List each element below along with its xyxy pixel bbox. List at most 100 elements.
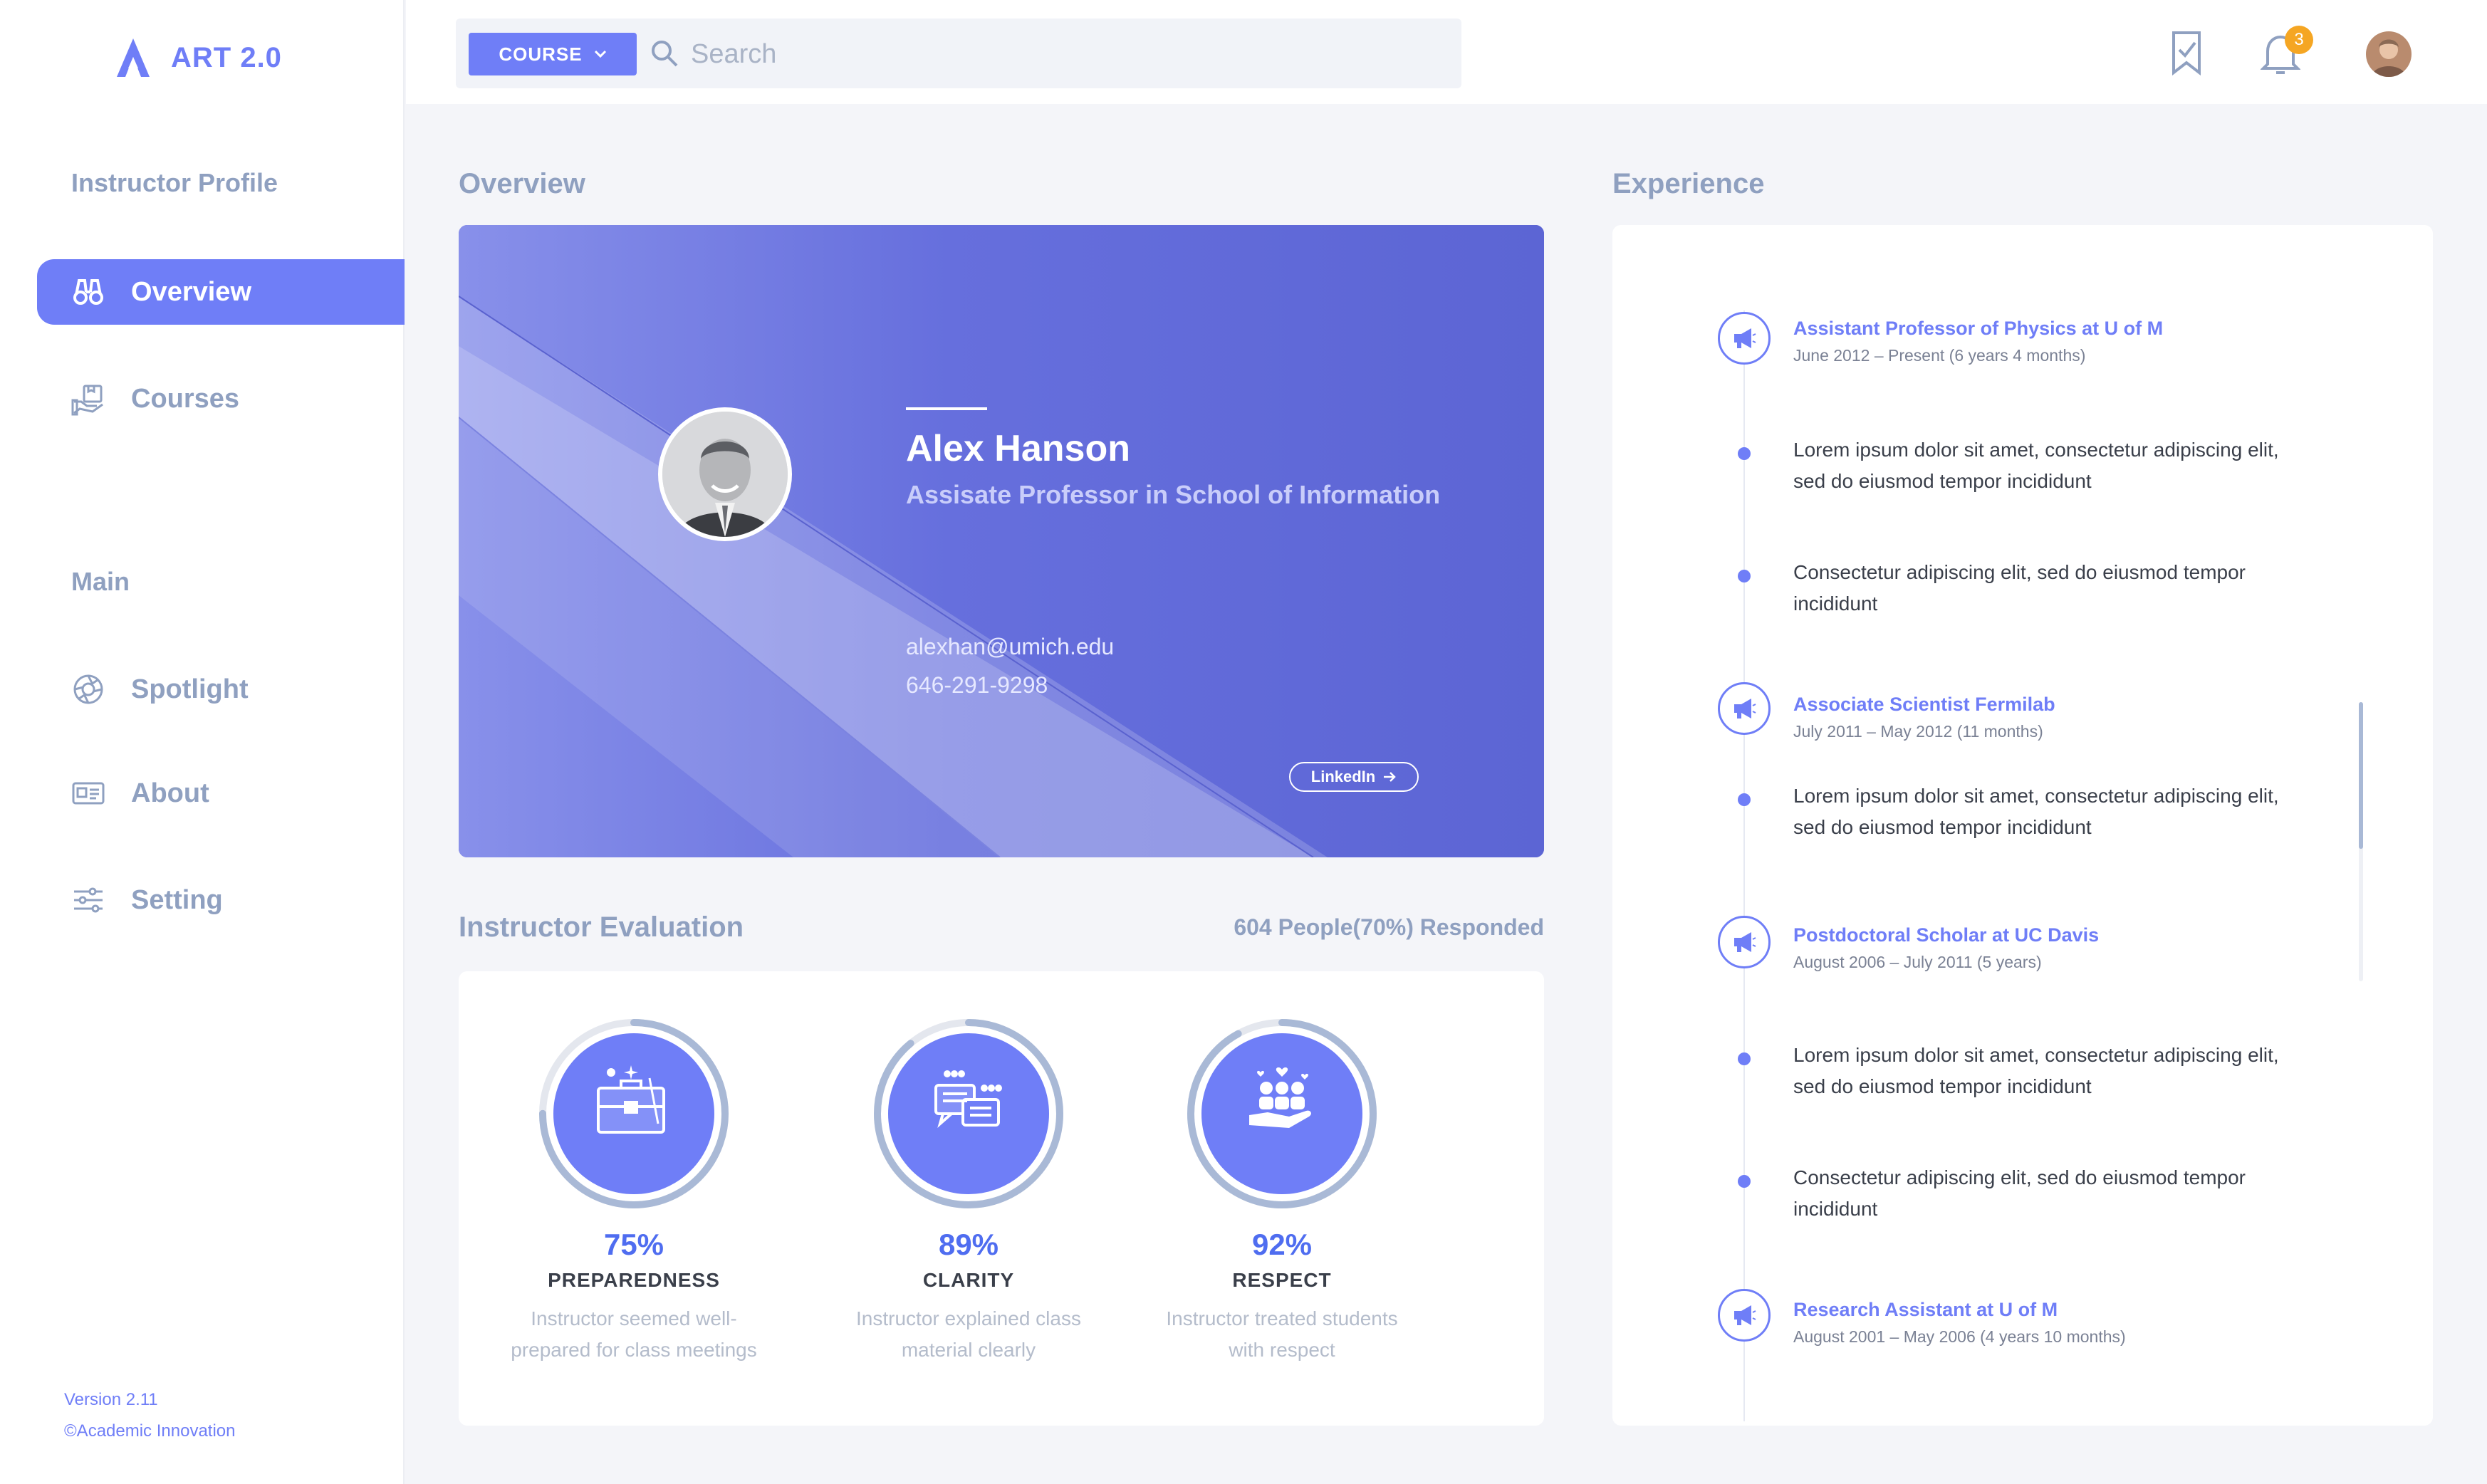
timeline-dot (1738, 447, 1751, 460)
eval-clarity: 89% CLARITY Instructor explained class m… (812, 1014, 1125, 1366)
nav-heading-profile: Instructor Profile (71, 168, 278, 197)
megaphone-icon (1734, 932, 1756, 952)
job-bullet: Consectetur adipiscing elit, sed do eius… (1793, 557, 2335, 620)
timeline-job-icon (1718, 1289, 1771, 1342)
job-title[interactable]: Assistant Professor of Physics at U of M (1793, 318, 2163, 340)
arrow-right-icon (1384, 772, 1396, 782)
eval-desc-line: Instructor explained class (856, 1307, 1081, 1329)
linkedin-button[interactable]: LinkedIn (1289, 762, 1419, 792)
sidebar-item-label: Courses (131, 383, 240, 414)
courses-icon (71, 385, 103, 416)
chevron-down-icon (594, 50, 606, 58)
id-card-icon (72, 782, 105, 805)
search-bar: COURSE (456, 19, 1461, 88)
eval-desc-line: Instructor seemed well- (531, 1307, 737, 1329)
timeline-dot (1738, 1175, 1751, 1188)
bullet-line: sed do eiusmod tempor incididunt (1793, 1075, 2092, 1097)
briefcase-icon (597, 1065, 665, 1134)
job-title[interactable]: Postdoctoral Scholar at UC Davis (1793, 924, 2099, 946)
instructor-name: Alex Hanson (906, 428, 1130, 469)
sidebar-item-spotlight[interactable]: Spotlight (37, 657, 405, 722)
eval-description: Instructor treated students with respect (1125, 1303, 1439, 1366)
eval-percent: 92% (1251, 1228, 1313, 1261)
timeline-dot (1738, 793, 1751, 806)
notification-badge: 3 (2285, 26, 2313, 54)
job-dates: August 2001 – May 2006 (4 years 10 month… (1793, 1327, 2126, 1346)
job-bullet: Consectetur adipiscing elit, sed do eius… (1793, 1162, 2335, 1225)
megaphone-icon (1734, 328, 1756, 348)
evaluation-card: 75% PREPAREDNESS Instructor seemed well-… (459, 971, 1544, 1426)
bullet-line: Consectetur adipiscing elit, sed do eius… (1793, 1166, 2246, 1188)
app-name: ART 2.0 (171, 41, 282, 73)
overview-title: Overview (459, 168, 585, 199)
job-dates: July 2011 – May 2012 (11 months) (1793, 722, 2043, 741)
user-avatar[interactable] (2366, 31, 2412, 77)
eval-percent: 89% (938, 1228, 999, 1261)
binoculars-icon (73, 279, 103, 305)
job-title[interactable]: Research Assistant at U of M (1793, 1299, 2058, 1321)
name-accent-line (906, 407, 987, 410)
eval-name: CLARITY (922, 1269, 1015, 1291)
job-bullet: Lorem ipsum dolor sit amet, consectetur … (1793, 434, 2335, 497)
people-hand-icon (1249, 1067, 1311, 1128)
logo[interactable]: ART 2.0 (111, 36, 282, 80)
experience-card: Assistant Professor of Physics at U of M… (1612, 225, 2433, 1426)
bullet-line: incididunt (1793, 1198, 1878, 1220)
sidebar: ART 2.0 Instructor Profile Overview Cour… (0, 0, 405, 1484)
job-title[interactable]: Associate Scientist Fermilab (1793, 694, 2055, 716)
logo-icon (117, 38, 150, 77)
experience-title: Experience (1612, 168, 1765, 199)
profile-photo (658, 407, 792, 541)
sidebar-item-about[interactable]: About (37, 761, 405, 826)
eval-preparedness: 75% PREPAREDNESS Instructor seemed well-… (477, 1014, 791, 1366)
megaphone-icon (1734, 699, 1756, 719)
course-dropdown-button[interactable]: COURSE (469, 33, 637, 75)
eval-description: Instructor seemed well- prepared for cla… (477, 1303, 791, 1366)
responded-count: 604 People(70%) Responded (1234, 914, 1544, 940)
bullet-line: Consectetur adipiscing elit, sed do eius… (1793, 561, 2246, 583)
bullet-line: sed do eiusmod tempor incididunt (1793, 816, 2092, 838)
bullet-line: Lorem ipsum dolor sit amet, consectetur … (1793, 785, 2279, 807)
experience-scrollbar-thumb[interactable] (2359, 702, 2363, 849)
eval-respect: 92% RESPECT Instructor treated students … (1125, 1014, 1439, 1366)
profile-card: Alex Hanson Assisate Professor in School… (459, 225, 1544, 857)
bullet-line: Lorem ipsum dolor sit amet, consectetur … (1793, 439, 2279, 461)
bullet-line: Lorem ipsum dolor sit amet, consectetur … (1793, 1044, 2279, 1066)
eval-percent: 75% (603, 1228, 664, 1261)
aperture-icon (73, 674, 103, 704)
instructor-email[interactable]: alexhan@umich.edu (906, 634, 1114, 660)
sidebar-item-courses[interactable]: Courses (37, 366, 405, 432)
sidebar-item-label: Setting (131, 884, 223, 915)
sidebar-item-label: Spotlight (131, 674, 249, 704)
timeline-dot (1738, 570, 1751, 582)
evaluation-title: Instructor Evaluation (459, 911, 744, 943)
search-icon[interactable] (650, 38, 679, 68)
linkedin-label: LinkedIn (1310, 768, 1376, 785)
eval-name: PREPAREDNESS (548, 1269, 720, 1291)
job-bullet: Lorem ipsum dolor sit amet, consectetur … (1793, 780, 2335, 843)
eval-desc-line: Instructor treated students (1166, 1307, 1398, 1329)
sidebar-item-setting[interactable]: Setting (37, 867, 405, 933)
eval-desc-line: prepared for class meetings (511, 1339, 757, 1361)
search-input[interactable] (691, 33, 1432, 75)
job-bullet: Lorem ipsum dolor sit amet, consectetur … (1793, 1040, 2335, 1102)
timeline-dot (1738, 1052, 1751, 1065)
top-bar: COURSE 3 (406, 0, 2487, 104)
instructor-title: Assisate Professor in School of Informat… (906, 480, 1441, 509)
timeline-job-icon (1718, 916, 1771, 968)
version-label: Version 2.11 (64, 1390, 158, 1409)
job-dates: June 2012 – Present (6 years 4 months) (1793, 346, 2086, 365)
nav-heading-main: Main (71, 567, 130, 596)
bookmark-check-icon[interactable] (2168, 30, 2205, 75)
megaphone-icon (1734, 1305, 1756, 1325)
eval-description: Instructor explained class material clea… (812, 1303, 1125, 1366)
bullet-line: sed do eiusmod tempor incididunt (1793, 470, 2092, 492)
timeline-job-icon (1718, 682, 1771, 735)
sidebar-item-overview[interactable]: Overview (37, 259, 405, 325)
job-dates: August 2006 – July 2011 (5 years) (1793, 953, 2042, 971)
bullet-line: incididunt (1793, 592, 1878, 615)
timeline-line (1743, 310, 1745, 1421)
eval-desc-line: with respect (1229, 1339, 1335, 1361)
eval-desc-line: material clearly (901, 1339, 1036, 1361)
chat-bubbles-icon (934, 1070, 1002, 1128)
